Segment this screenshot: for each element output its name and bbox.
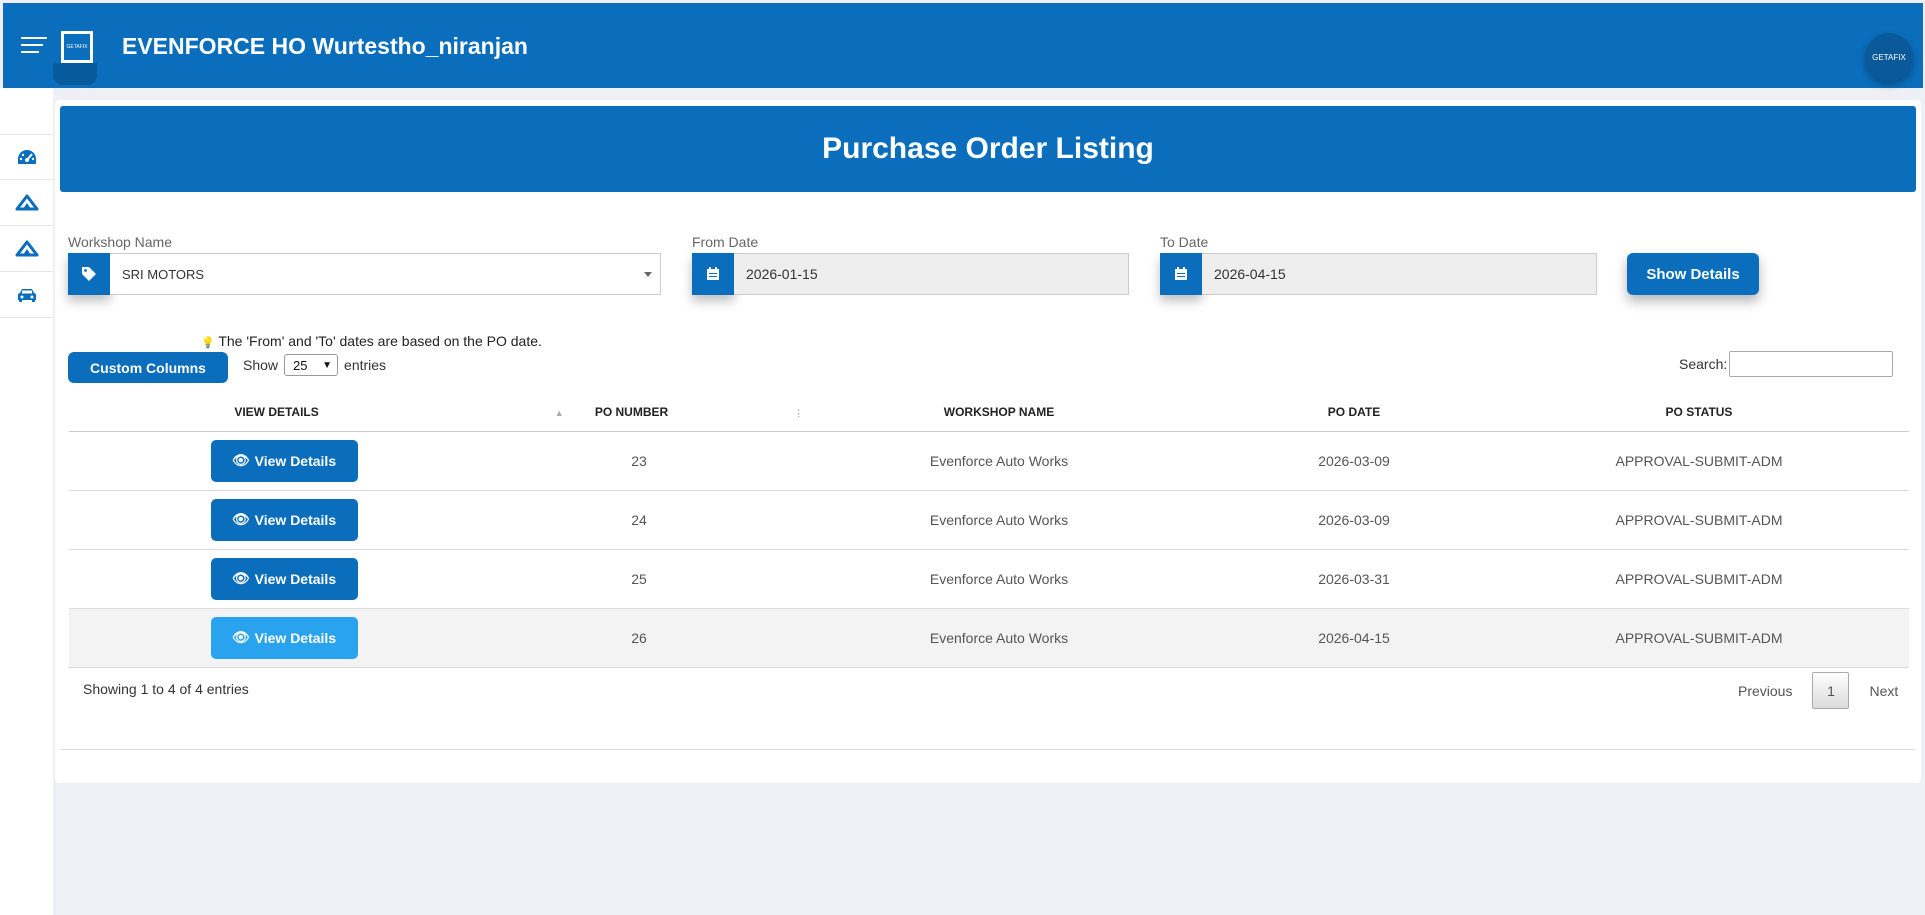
- eye-icon: 👁: [231, 452, 250, 468]
- entries-length: Show 25 ▼ entries: [243, 354, 386, 376]
- po-date-cell: 2026-03-31: [1219, 549, 1489, 609]
- car-icon: [17, 288, 36, 302]
- show-details-button[interactable]: Show Details: [1627, 253, 1759, 295]
- custom-columns-button[interactable]: Custom Columns: [68, 352, 228, 383]
- app-title: EVENFORCE HO Wurtestho_niranjan: [122, 33, 528, 59]
- speedometer-icon: [17, 150, 36, 164]
- page-title: Purchase Order Listing: [822, 132, 1154, 165]
- po-status-cell: APPROVAL-SUBMIT-ADM: [1489, 549, 1909, 609]
- po-number-cell: 25: [499, 549, 779, 609]
- hamburger-menu-icon[interactable]: [21, 37, 47, 61]
- table-row: 👁 View Details 23 Evenforce Auto Works 20…: [69, 431, 1909, 491]
- page-1-button[interactable]: 1: [1812, 672, 1850, 709]
- view-details-button[interactable]: 👁 View Details: [210, 439, 358, 482]
- ship-icon: [15, 240, 38, 256]
- view-details-button[interactable]: 👁 View Details: [210, 616, 358, 659]
- sort-icon: ⋮: [794, 408, 804, 419]
- sidebar-item-purchase[interactable]: [0, 226, 53, 272]
- logo-shadow: [53, 63, 97, 85]
- po-date-cell: 2026-04-15: [1219, 608, 1489, 668]
- eye-icon: 👁: [231, 511, 250, 527]
- top-bar: GETAFIX EVENFORCE HO Wurtestho_niranjan …: [3, 3, 1923, 88]
- search-label: Search:: [1679, 356, 1728, 372]
- sidebar-item-dashboard[interactable]: [0, 134, 53, 180]
- date-note: 💡 The 'From' and 'To' dates are based on…: [201, 333, 542, 349]
- view-details-button[interactable]: 👁 View Details: [210, 498, 358, 541]
- ship-icon: [15, 194, 38, 210]
- view-details-button[interactable]: 👁 View Details: [210, 557, 358, 600]
- card-divider: [60, 749, 1915, 750]
- eye-icon: 👁: [231, 629, 250, 645]
- workshop-name-cell: Evenforce Auto Works: [779, 490, 1219, 550]
- sidebar: [0, 88, 53, 915]
- to-date-field[interactable]: 2026-04-15: [1160, 253, 1597, 295]
- po-date-cell: 2026-03-09: [1219, 490, 1489, 550]
- to-date-label: To Date: [1160, 234, 1209, 250]
- user-avatar[interactable]: GETAFIX: [1865, 33, 1913, 81]
- table-row: 👁 View Details 25 Evenforce Auto Works 20…: [69, 549, 1909, 609]
- column-header-view-details[interactable]: VIEW DETAILS ▲: [69, 394, 564, 432]
- show-label: Show: [243, 357, 279, 373]
- app-logo: GETAFIX: [61, 31, 93, 63]
- from-date-label: From Date: [692, 234, 759, 250]
- pagination: Previous 1 Next: [1738, 672, 1898, 709]
- po-number-cell: 26: [499, 608, 779, 668]
- chevron-down-icon: [644, 271, 652, 277]
- workshop-name-cell: Evenforce Auto Works: [779, 608, 1219, 668]
- from-date-field[interactable]: 2026-01-15: [692, 253, 1129, 295]
- sidebar-item-vehicles[interactable]: [0, 272, 53, 318]
- column-header-po-number[interactable]: PO NUMBER ⋮: [499, 394, 803, 432]
- po-status-cell: APPROVAL-SUBMIT-ADM: [1489, 431, 1909, 491]
- to-date-value: 2026-04-15: [1202, 253, 1597, 295]
- table-header-row: VIEW DETAILS ▲ PO NUMBER ⋮ WORKSHOP NAME P…: [69, 394, 1909, 432]
- date-note-text: The 'From' and 'To' dates are based on t…: [218, 333, 542, 349]
- previous-page-button[interactable]: Previous: [1738, 683, 1792, 699]
- next-page-button[interactable]: Next: [1869, 683, 1898, 699]
- sort-icon: ▲: [554, 408, 564, 419]
- card-header: Purchase Order Listing: [60, 106, 1916, 192]
- table-row: 👁 View Details 24 Evenforce Auto Works 20…: [69, 490, 1909, 550]
- workshop-name-cell: Evenforce Auto Works: [779, 549, 1219, 609]
- workshop-label: Workshop Name: [68, 234, 173, 250]
- po-status-cell: APPROVAL-SUBMIT-ADM: [1489, 490, 1909, 550]
- column-header-po-status[interactable]: PO STATUS: [1489, 394, 1909, 432]
- entries-select[interactable]: 25 ▼: [284, 354, 339, 376]
- calendar-icon: [692, 253, 734, 295]
- from-date-value: 2026-01-15: [734, 253, 1129, 295]
- tag-icon: [68, 253, 110, 295]
- po-number-cell: 24: [499, 490, 779, 550]
- lightbulb-icon: 💡: [201, 337, 215, 349]
- chevron-down-icon: ▼: [322, 359, 333, 371]
- workshop-select[interactable]: SRI MOTORS: [68, 253, 661, 295]
- entries-label: entries: [344, 357, 387, 373]
- table-info: Showing 1 to 4 of 4 entries: [83, 681, 249, 697]
- calendar-icon: [1160, 253, 1202, 295]
- workshop-value: SRI MOTORS: [122, 266, 205, 282]
- column-header-workshop-name[interactable]: WORKSHOP NAME: [779, 394, 1219, 432]
- po-status-cell: APPROVAL-SUBMIT-ADM: [1489, 608, 1909, 668]
- entries-value: 25: [293, 357, 308, 373]
- column-header-po-date[interactable]: PO DATE: [1219, 394, 1489, 432]
- search-input[interactable]: [1729, 351, 1893, 377]
- po-date-cell: 2026-03-09: [1219, 431, 1489, 491]
- po-table: VIEW DETAILS ▲ PO NUMBER ⋮ WORKSHOP NAME P…: [69, 394, 1909, 668]
- sidebar-item-orders[interactable]: [0, 180, 53, 226]
- eye-icon: 👁: [231, 570, 250, 586]
- workshop-name-cell: Evenforce Auto Works: [779, 431, 1219, 491]
- po-number-cell: 23: [499, 431, 779, 491]
- table-row: 👁 View Details 26 Evenforce Auto Works 20…: [69, 608, 1909, 668]
